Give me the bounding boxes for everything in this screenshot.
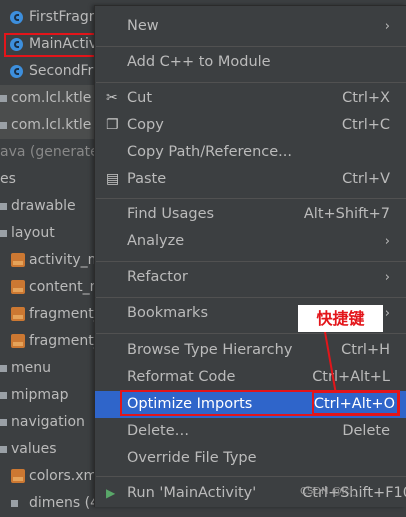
cut-icon: ✂ [106, 90, 118, 106]
menu-item-label: Run 'MainActivity' [127, 485, 257, 501]
menu-separator [96, 198, 406, 199]
menu-item-override-file-type[interactable]: Override File Type [95, 445, 406, 472]
context-menu: New › Add C++ to Module ✂ Cut Ctrl+X ❐ C… [94, 5, 406, 507]
chevron-right-icon: › [384, 270, 390, 285]
menu-item-shortcut: Ctrl+Alt+O [313, 396, 395, 412]
tree-item-label: values [11, 441, 57, 457]
menu-item-label: Optimize Imports [127, 396, 253, 412]
chevron-right-icon: › [384, 234, 390, 249]
menu-item-refactor[interactable]: Refactor › [95, 264, 406, 291]
annotation-label: 快捷键 [298, 305, 383, 332]
menu-item-label: Add C++ to Module [127, 54, 271, 70]
menu-item-shortcut: Alt+Shift+7 [303, 206, 390, 222]
class-icon [10, 38, 23, 51]
menu-item-shortcut: Ctrl+H [341, 342, 390, 358]
menu-item-label: Bookmarks [127, 305, 209, 321]
menu-item-label: Copy Path/Reference... [127, 144, 292, 160]
menu-item-label: Copy [127, 117, 164, 133]
folder-icon [0, 392, 7, 399]
run-icon: ▶ [106, 486, 116, 500]
menu-item-shortcut: Ctrl+Alt+L [312, 369, 390, 385]
menu-item-label: Browse Type Hierarchy [127, 342, 293, 358]
tree-item-label: menu [11, 360, 51, 376]
folder-icon [0, 203, 7, 210]
menu-item-shortcut: Ctrl+C [341, 117, 390, 133]
tree-item-label: es [0, 171, 16, 187]
tree-item-label: navigation [11, 414, 85, 430]
tree-item-label: activity_m [29, 252, 102, 268]
package-icon [0, 122, 7, 129]
xml-file-icon [11, 280, 25, 294]
tree-item-label: fragment_ [29, 333, 101, 349]
menu-separator [96, 297, 406, 298]
tree-item-label: ava (generated [0, 144, 108, 160]
menu-item-find-usages[interactable]: Find Usages Alt+Shift+7 [95, 201, 406, 228]
tree-item-label: mipmap [11, 387, 69, 403]
menu-item-label: New [127, 18, 159, 34]
tree-item-label: com.lcl.ktle [11, 117, 92, 133]
copy-icon: ❐ [106, 117, 119, 133]
menu-separator [96, 82, 406, 83]
menu-separator [96, 261, 406, 262]
package-icon [0, 95, 7, 102]
menu-item-label: Reformat Code [127, 369, 236, 385]
menu-item-copy-path[interactable]: Copy Path/Reference... [95, 139, 406, 166]
folder-icon [0, 446, 7, 453]
chevron-right-icon: › [384, 306, 390, 321]
menu-item-analyze[interactable]: Analyze › [95, 228, 406, 255]
tree-item-label: layout [11, 225, 55, 241]
tree-item-label: FirstFragm [29, 9, 103, 25]
menu-item-shortcut: Delete [342, 423, 390, 439]
menu-item-cut[interactable]: ✂ Cut Ctrl+X [95, 85, 406, 112]
menu-item-run[interactable]: ▶ Run 'MainActivity' Ctrl+Shift+F10 [95, 480, 406, 507]
menu-item-browse-type-hierarchy[interactable]: Browse Type Hierarchy Ctrl+H [95, 337, 406, 364]
tree-item-label: fragment_ [29, 306, 101, 322]
tree-item-label: SecondFra [29, 63, 102, 79]
menu-item-label: Refactor [127, 269, 188, 285]
paste-icon: ▤ [106, 171, 120, 187]
menu-separator [96, 476, 406, 477]
chevron-right-icon: › [384, 19, 390, 34]
tree-item-label: MainActivi [29, 36, 102, 52]
folder-icon [0, 419, 7, 426]
menu-item-paste[interactable]: ▤ Paste Ctrl+V [95, 166, 406, 193]
menu-item-add-cpp[interactable]: Add C++ to Module [95, 49, 406, 76]
xml-file-icon [11, 469, 25, 483]
xml-file-icon [11, 307, 25, 321]
tree-item-label: dimens (4 [29, 495, 100, 511]
menu-item-reformat-code[interactable]: Reformat Code Ctrl+Alt+L [95, 364, 406, 391]
tree-item-label: com.lcl.ktle [11, 90, 92, 106]
menu-item-shortcut: Ctrl+X [342, 90, 390, 106]
menu-item-new[interactable]: New › [95, 13, 406, 40]
class-icon [10, 11, 23, 24]
menu-item-label: Cut [127, 90, 152, 106]
tree-item-label: drawable [11, 198, 76, 214]
menu-item-label: Find Usages [127, 206, 215, 222]
menu-separator [96, 46, 406, 47]
folder-icon [0, 365, 7, 372]
menu-item-optimize-imports[interactable]: Optimize Imports Ctrl+Alt+O [95, 391, 406, 418]
menu-item-label: Delete… [127, 423, 190, 439]
menu-item-label: Override File Type [127, 450, 257, 466]
folder-icon [0, 230, 7, 237]
xml-file-icon [11, 253, 25, 267]
folder-icon [11, 500, 18, 507]
tree-item-label: content_m [29, 279, 104, 295]
watermark: CSDN @lcl_ [300, 486, 358, 497]
menu-item-shortcut: Ctrl+V [342, 171, 390, 187]
menu-item-delete[interactable]: Delete… Delete [95, 418, 406, 445]
menu-item-label: Analyze [127, 233, 185, 249]
xml-file-icon [11, 334, 25, 348]
tree-item-label: colors.xm [29, 468, 98, 484]
class-icon [10, 65, 23, 78]
menu-item-label: Paste [127, 171, 167, 187]
menu-separator [96, 333, 406, 334]
menu-item-copy[interactable]: ❐ Copy Ctrl+C [95, 112, 406, 139]
